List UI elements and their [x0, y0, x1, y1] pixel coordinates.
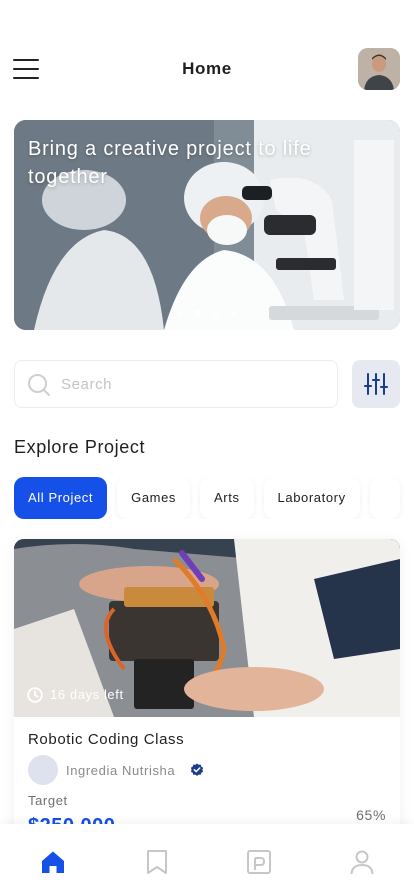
carousel-dot-active[interactable] [195, 310, 201, 316]
target-label: Target [28, 793, 68, 808]
project-title: Robotic Coding Class [28, 731, 185, 748]
app-header: Home [0, 46, 414, 92]
chip-games[interactable]: Games [117, 477, 191, 519]
carousel-dot[interactable] [231, 310, 237, 316]
clock-icon [27, 687, 43, 703]
chip-arts[interactable]: Arts [200, 477, 254, 519]
search-bar[interactable] [14, 360, 338, 408]
wallet-icon [247, 850, 271, 874]
home-icon [42, 851, 64, 873]
avatar[interactable] [358, 48, 400, 90]
chip-laboratory[interactable]: Laboratory [263, 477, 360, 519]
hero-banner[interactable]: Bring a creative project to life togethe… [14, 120, 400, 330]
hero-title: Bring a creative project to life togethe… [28, 138, 312, 188]
bookmark-icon [147, 850, 167, 874]
user-icon [350, 850, 374, 875]
carousel-dots [14, 310, 400, 316]
nav-home[interactable] [39, 848, 67, 876]
verified-badge-icon [190, 763, 204, 776]
carousel-dot[interactable] [177, 310, 183, 316]
filter-button[interactable] [352, 360, 400, 408]
search-icon [28, 374, 50, 396]
section-title: Explore Project [14, 437, 146, 457]
nav-profile[interactable] [348, 848, 376, 876]
days-left-text: 16 days left [50, 687, 124, 702]
creator-name: Ingredia Nutrisha [66, 763, 176, 778]
category-chips: All Project Games Arts Laboratory [14, 477, 414, 519]
page-title: Home [182, 59, 232, 78]
sliders-filter-icon [364, 373, 388, 395]
nav-wallet[interactable] [245, 848, 273, 876]
creator-avatar [28, 755, 58, 785]
nav-saved[interactable] [143, 848, 171, 876]
chip-more[interactable] [369, 477, 400, 519]
chip-all-project[interactable]: All Project [14, 477, 108, 519]
project-card[interactable]: 16 days left Robotic Coding Class Ingred… [14, 539, 400, 859]
search-input[interactable] [61, 361, 331, 407]
days-left-badge: 16 days left [27, 686, 124, 704]
progress-percentage: 65% [356, 807, 386, 823]
bottom-navigation [0, 824, 414, 896]
carousel-dot[interactable] [213, 310, 219, 316]
